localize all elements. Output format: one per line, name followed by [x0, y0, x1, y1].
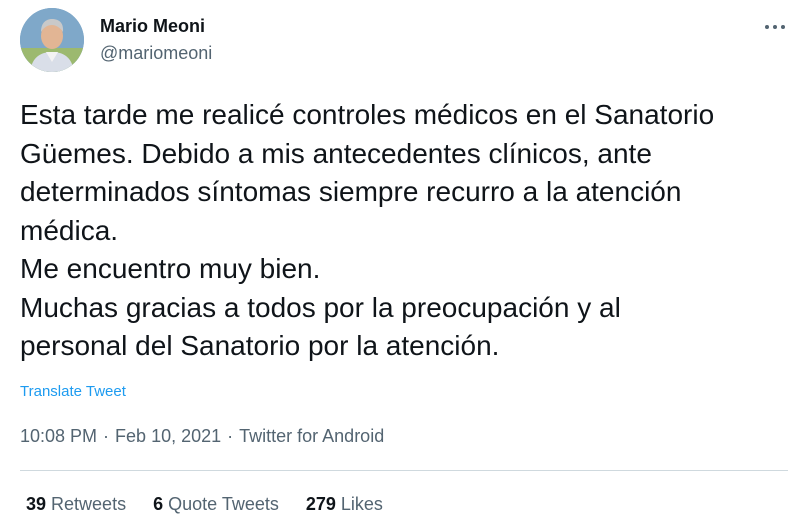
tweet-text-line: Muchas gracias a todos por la preocupaci… [20, 291, 621, 323]
quote-tweets-label: Quote Tweets [168, 494, 279, 514]
author-handle[interactable]: @mariomeoni [100, 43, 212, 64]
divider [20, 470, 788, 471]
tweet-stats: 39 Retweets 6 Quote Tweets 279 Likes [26, 494, 405, 515]
tweet-text-line: Esta tarde me realicé controles médicos … [20, 99, 715, 130]
likes-count: 279 [305, 494, 336, 514]
translate-tweet-link[interactable]: Translate Tweet [20, 383, 126, 400]
tweet-date[interactable]: Feb 10, 2021 [115, 426, 221, 446]
likes-stat[interactable]: 279 Likes [306, 494, 383, 515]
quote-tweets-stat[interactable]: 6 Quote Tweets [153, 494, 279, 515]
tweet-card: Mario Meoni @mariomeoni Esta tarde me re… [0, 0, 800, 530]
retweets-stat[interactable]: 39 Retweets [26, 494, 126, 515]
tweet-source[interactable]: Twitter for Android [239, 426, 384, 446]
author-name[interactable]: Mario Meoni [100, 16, 205, 37]
tweet-text-line: personal del Sanatorio por la atención. [20, 330, 500, 361]
tweet-time[interactable]: 10:08 PM [20, 426, 97, 446]
tweet-text-line: Güemes. Debido a mis antecedentes clínic… [20, 137, 652, 169]
meta-separator: · [227, 426, 234, 446]
profile-photo-icon [20, 8, 84, 72]
avatar[interactable] [20, 8, 84, 72]
tweet-text-line: Me encuentro muy bien. [20, 253, 321, 284]
quote-tweets-count: 6 [153, 494, 164, 514]
meta-separator: · [103, 426, 110, 446]
likes-label: Likes [340, 494, 383, 514]
retweets-label: Retweets [51, 494, 127, 514]
more-icon[interactable] [762, 14, 788, 38]
tweet-meta: 10:08 PM · Feb 10, 2021 · Twitter for Androi… [20, 426, 384, 447]
retweets-count: 39 [26, 494, 47, 514]
tweet-text-line: médica. [20, 214, 119, 246]
tweet-text-line: determinados síntomas siempre recurro a … [20, 176, 682, 207]
tweet-text: Esta tarde me realicé controles médicos … [20, 96, 790, 366]
